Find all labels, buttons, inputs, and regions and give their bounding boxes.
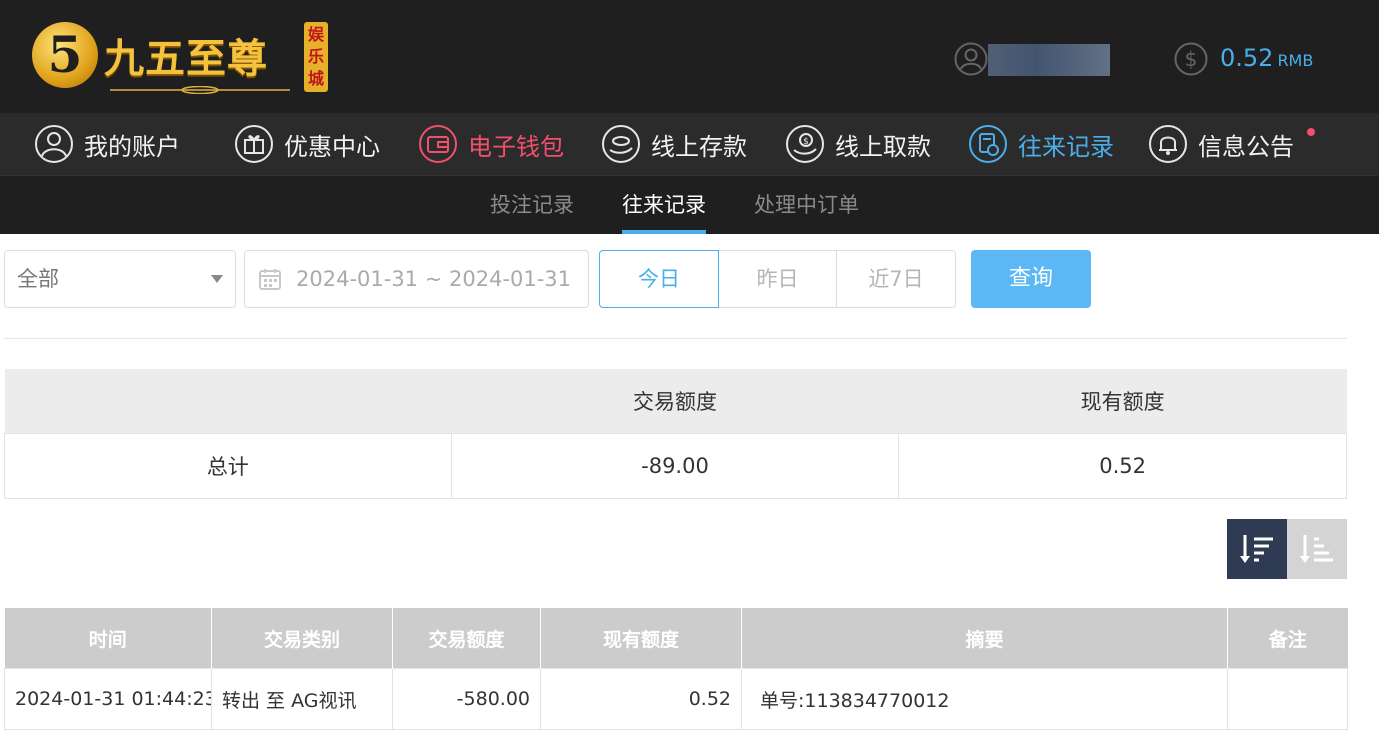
- sort-descending-icon: [1240, 535, 1273, 563]
- nav-item-my-account[interactable]: 我的账户: [34, 113, 180, 175]
- nav-label: 往来记录: [1018, 132, 1114, 161]
- tab-pending-orders[interactable]: 处理中订单: [754, 176, 859, 234]
- cell-time: 2024-01-31 01:44:23: [4, 668, 212, 730]
- summary-table: 交易额度 现有额度 总计 -89.00 0.52: [4, 369, 1347, 499]
- nav-label: 优惠中心: [284, 132, 380, 161]
- nav-item-transaction-records[interactable]: 往来记录: [968, 113, 1114, 175]
- dollar-coin-icon: $: [1174, 42, 1208, 76]
- tab-transaction-records[interactable]: 往来记录: [622, 176, 706, 234]
- last-7-days-button[interactable]: 近7日: [836, 250, 956, 308]
- cell-summary: 单号:113834770012: [741, 668, 1228, 730]
- logo-ornament: [110, 86, 290, 94]
- summary-header-cell: 现有额度: [898, 369, 1347, 434]
- calendar-icon: [259, 269, 281, 290]
- username-redacted: [988, 44, 1110, 76]
- col-header-current-balance[interactable]: 现有额度: [540, 608, 742, 669]
- summary-header-cell: 交易额度: [451, 369, 899, 434]
- wallet-icon: [419, 125, 457, 163]
- cell-remark: [1227, 668, 1348, 730]
- sort-ascending-button[interactable]: [1287, 519, 1347, 579]
- col-header-remark[interactable]: 备注: [1227, 608, 1348, 669]
- user-icon[interactable]: [954, 42, 988, 76]
- tab-bet-records[interactable]: 投注记录: [490, 176, 574, 234]
- col-header-transaction-amount[interactable]: 交易额度: [392, 608, 541, 669]
- yesterday-button[interactable]: 昨日: [718, 250, 837, 308]
- svg-text:$: $: [803, 137, 809, 147]
- balance-display: 0.52 RMB: [1220, 44, 1313, 72]
- sort-descending-button[interactable]: [1227, 519, 1287, 579]
- balance-unit: RMB: [1277, 51, 1314, 70]
- nav-item-announcements[interactable]: 信息公告: [1148, 113, 1294, 175]
- col-header-summary[interactable]: 摘要: [741, 608, 1228, 669]
- logo-digit: 5: [47, 25, 83, 84]
- summary-total-row: 总计 -89.00 0.52: [4, 433, 1347, 499]
- summary-header-row: 交易额度 现有额度: [4, 369, 1347, 434]
- top-header: 5 九五至尊 娱乐城 $ 0.52 RMB: [0, 0, 1379, 113]
- type-select-value: 全部: [17, 267, 59, 291]
- chevron-down-icon: [211, 275, 223, 283]
- cell-transaction-amount: -580.00: [392, 668, 541, 730]
- nav-label: 电子钱包: [468, 132, 564, 161]
- summary-total-label: 总计: [4, 433, 452, 499]
- col-header-time[interactable]: 时间: [4, 608, 212, 669]
- query-button[interactable]: 查询: [971, 250, 1091, 308]
- divider: [4, 338, 1347, 339]
- nav-item-promotions[interactable]: 优惠中心: [234, 113, 380, 175]
- sort-ascending-icon: [1300, 535, 1333, 563]
- nav-label: 信息公告: [1198, 132, 1294, 161]
- logo-text: 九五至尊: [104, 35, 268, 82]
- nav-item-online-deposit[interactable]: 线上存款: [601, 113, 747, 175]
- logo-badge: 娱乐城: [304, 22, 328, 92]
- deposit-icon: [602, 125, 640, 163]
- nav-label: 我的账户: [84, 132, 180, 161]
- nav-label: 线上存款: [651, 132, 747, 161]
- notification-dot: [1307, 128, 1315, 136]
- main-nav: 我的账户 优惠中心 电子钱包 线上存款 $ 线上取款 往来记录 信息公告: [0, 113, 1379, 175]
- nav-label: 线上取款: [835, 132, 931, 161]
- svg-text:$: $: [1185, 47, 1198, 71]
- date-range-value: 2024-01-31 ~ 2024-01-31: [296, 267, 572, 291]
- cell-current-balance: 0.52: [540, 668, 742, 730]
- cell-transaction-type: 转出 至 AG视讯: [211, 668, 393, 730]
- gift-icon: [235, 125, 273, 163]
- withdraw-icon: $: [786, 125, 824, 163]
- site-logo[interactable]: 5 九五至尊 娱乐城: [32, 18, 332, 96]
- col-header-transaction-type[interactable]: 交易类别: [211, 608, 393, 669]
- sub-nav: 投注记录 往来记录 处理中订单: [0, 175, 1379, 234]
- today-button[interactable]: 今日: [599, 250, 719, 308]
- date-range-input[interactable]: 2024-01-31 ~ 2024-01-31: [244, 250, 589, 308]
- records-table: 时间 交易类别 交易额度 现有额度 摘要 备注 2024-01-31 01:44…: [4, 608, 1348, 730]
- records-icon: [969, 125, 1007, 163]
- type-select[interactable]: 全部: [4, 250, 236, 308]
- summary-header-cell: [4, 369, 452, 434]
- summary-current-balance: 0.52: [898, 433, 1347, 499]
- active-tab-underline: [622, 230, 706, 234]
- nav-item-e-wallet[interactable]: 电子钱包: [418, 113, 564, 175]
- user-circle-icon: [35, 125, 73, 163]
- records-header-row: 时间 交易类别 交易额度 现有额度 摘要 备注: [4, 608, 1348, 669]
- summary-transaction-amount: -89.00: [450, 433, 900, 499]
- table-row: 2024-01-31 01:44:23 转出 至 AG视讯 -580.00 0.…: [4, 668, 1348, 730]
- bell-icon: [1149, 125, 1187, 163]
- balance-value: 0.52: [1220, 44, 1274, 72]
- nav-item-online-withdraw[interactable]: $ 线上取款: [785, 113, 931, 175]
